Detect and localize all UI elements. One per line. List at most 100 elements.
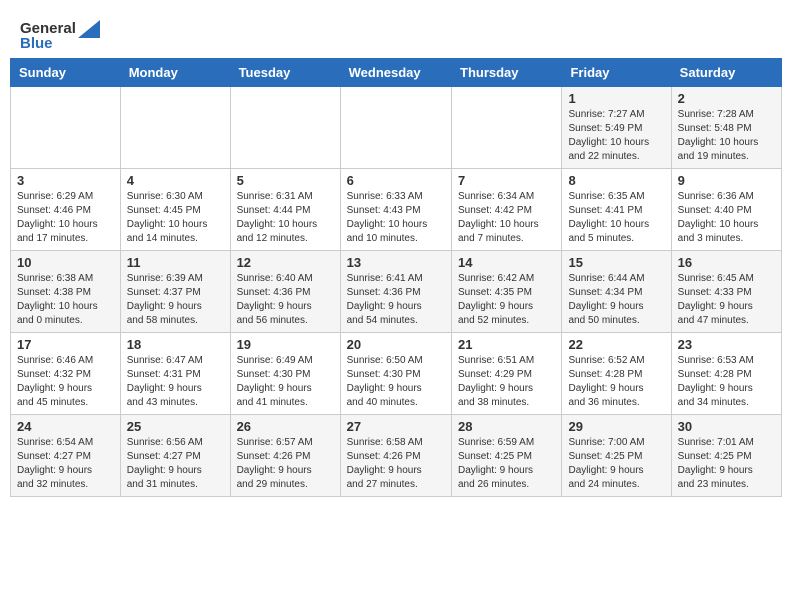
day-number: 5	[237, 173, 334, 188]
day-number: 12	[237, 255, 334, 270]
day-info: Sunrise: 6:54 AM Sunset: 4:27 PM Dayligh…	[17, 436, 114, 492]
day-info: Sunrise: 6:51 AM Sunset: 4:29 PM Dayligh…	[458, 354, 555, 410]
day-info: Sunrise: 6:33 AM Sunset: 4:43 PM Dayligh…	[347, 190, 445, 246]
day-number: 26	[237, 419, 334, 434]
calendar-cell: 30 Sunrise: 7:01 AM Sunset: 4:25 PM Dayli…	[671, 414, 781, 496]
calendar-cell: 10 Sunrise: 6:38 AM Sunset: 4:38 PM Dayli…	[11, 250, 121, 332]
day-number: 6	[347, 173, 445, 188]
day-info: Sunrise: 6:58 AM Sunset: 4:26 PM Dayligh…	[347, 436, 445, 492]
day-info: Sunrise: 6:41 AM Sunset: 4:36 PM Dayligh…	[347, 272, 445, 328]
day-number: 22	[568, 337, 664, 352]
day-number: 27	[347, 419, 445, 434]
calendar-cell: 29 Sunrise: 7:00 AM Sunset: 4:25 PM Dayli…	[562, 414, 671, 496]
day-number: 28	[458, 419, 555, 434]
day-info: Sunrise: 6:35 AM Sunset: 4:41 PM Dayligh…	[568, 190, 664, 246]
day-number: 7	[458, 173, 555, 188]
day-number: 11	[127, 255, 224, 270]
calendar-table: SundayMondayTuesdayWednesdayThursdayFrid…	[10, 58, 782, 497]
day-info: Sunrise: 7:01 AM Sunset: 4:25 PM Dayligh…	[678, 436, 775, 492]
calendar-cell: 16 Sunrise: 6:45 AM Sunset: 4:33 PM Dayli…	[671, 250, 781, 332]
day-number: 21	[458, 337, 555, 352]
calendar-cell	[11, 86, 121, 168]
day-info: Sunrise: 6:45 AM Sunset: 4:33 PM Dayligh…	[678, 272, 775, 328]
day-number: 30	[678, 419, 775, 434]
weekday-header-sunday: Sunday	[11, 58, 121, 86]
day-info: Sunrise: 6:53 AM Sunset: 4:28 PM Dayligh…	[678, 354, 775, 410]
weekday-header-thursday: Thursday	[452, 58, 562, 86]
day-info: Sunrise: 6:49 AM Sunset: 4:30 PM Dayligh…	[237, 354, 334, 410]
day-number: 9	[678, 173, 775, 188]
day-info: Sunrise: 6:59 AM Sunset: 4:25 PM Dayligh…	[458, 436, 555, 492]
day-info: Sunrise: 6:38 AM Sunset: 4:38 PM Dayligh…	[17, 272, 114, 328]
day-info: Sunrise: 6:34 AM Sunset: 4:42 PM Dayligh…	[458, 190, 555, 246]
day-info: Sunrise: 6:36 AM Sunset: 4:40 PM Dayligh…	[678, 190, 775, 246]
day-info: Sunrise: 6:46 AM Sunset: 4:32 PM Dayligh…	[17, 354, 114, 410]
weekday-header-monday: Monday	[120, 58, 230, 86]
calendar-cell: 25Sunrise: 6:56 AM Sunset: 4:27 PM Dayli…	[120, 414, 230, 496]
logo: General Blue	[20, 20, 100, 53]
day-number: 8	[568, 173, 664, 188]
calendar-cell: 12 Sunrise: 6:40 AM Sunset: 4:36 PM Dayli…	[230, 250, 340, 332]
day-number: 29	[568, 419, 664, 434]
calendar-cell: 11 Sunrise: 6:39 AM Sunset: 4:37 PM Dayli…	[120, 250, 230, 332]
day-number: 17	[17, 337, 114, 352]
calendar-cell: 19Sunrise: 6:49 AM Sunset: 4:30 PM Dayli…	[230, 332, 340, 414]
day-info: Sunrise: 6:39 AM Sunset: 4:37 PM Dayligh…	[127, 272, 224, 328]
day-number: 13	[347, 255, 445, 270]
day-number: 14	[458, 255, 555, 270]
day-info: Sunrise: 7:00 AM Sunset: 4:25 PM Dayligh…	[568, 436, 664, 492]
day-info: Sunrise: 6:47 AM Sunset: 4:31 PM Dayligh…	[127, 354, 224, 410]
calendar-cell: 5 Sunrise: 6:31 AM Sunset: 4:44 PM Daylig…	[230, 168, 340, 250]
calendar-cell: 17 Sunrise: 6:46 AM Sunset: 4:32 PM Dayli…	[11, 332, 121, 414]
day-number: 16	[678, 255, 775, 270]
calendar-cell: 22 Sunrise: 6:52 AM Sunset: 4:28 PM Dayli…	[562, 332, 671, 414]
day-info: Sunrise: 6:31 AM Sunset: 4:44 PM Dayligh…	[237, 190, 334, 246]
calendar-cell: 26 Sunrise: 6:57 AM Sunset: 4:26 PM Dayli…	[230, 414, 340, 496]
header: General Blue	[0, 0, 792, 58]
day-info: Sunrise: 6:44 AM Sunset: 4:34 PM Dayligh…	[568, 272, 664, 328]
calendar-cell: 24 Sunrise: 6:54 AM Sunset: 4:27 PM Dayli…	[11, 414, 121, 496]
calendar-cell: 20 Sunrise: 6:50 AM Sunset: 4:30 PM Dayli…	[340, 332, 451, 414]
weekday-header-friday: Friday	[562, 58, 671, 86]
calendar-cell: 15 Sunrise: 6:44 AM Sunset: 4:34 PM Dayli…	[562, 250, 671, 332]
day-number: 3	[17, 173, 114, 188]
day-info: Sunrise: 7:27 AM Sunset: 5:49 PM Dayligh…	[568, 108, 664, 164]
calendar-cell: 6 Sunrise: 6:33 AM Sunset: 4:43 PM Daylig…	[340, 168, 451, 250]
day-info: Sunrise: 6:40 AM Sunset: 4:36 PM Dayligh…	[237, 272, 334, 328]
calendar-cell: 1 Sunrise: 7:27 AM Sunset: 5:49 PM Daylig…	[562, 86, 671, 168]
calendar-cell	[230, 86, 340, 168]
calendar-cell: 23 Sunrise: 6:53 AM Sunset: 4:28 PM Dayli…	[671, 332, 781, 414]
calendar-cell: 3 Sunrise: 6:29 AM Sunset: 4:46 PM Daylig…	[11, 168, 121, 250]
calendar-cell: 4 Sunrise: 6:30 AM Sunset: 4:45 PM Daylig…	[120, 168, 230, 250]
day-number: 18	[127, 337, 224, 352]
day-number: 24	[17, 419, 114, 434]
calendar-cell: 27 Sunrise: 6:58 AM Sunset: 4:26 PM Dayli…	[340, 414, 451, 496]
day-info: Sunrise: 6:57 AM Sunset: 4:26 PM Dayligh…	[237, 436, 334, 492]
day-info: Sunrise: 6:29 AM Sunset: 4:46 PM Dayligh…	[17, 190, 114, 246]
day-info: Sunrise: 6:52 AM Sunset: 4:28 PM Dayligh…	[568, 354, 664, 410]
day-number: 25	[127, 419, 224, 434]
day-info: Sunrise: 6:50 AM Sunset: 4:30 PM Dayligh…	[347, 354, 445, 410]
day-number: 20	[347, 337, 445, 352]
day-info: Sunrise: 6:30 AM Sunset: 4:45 PM Dayligh…	[127, 190, 224, 246]
calendar-cell: 28 Sunrise: 6:59 AM Sunset: 4:25 PM Dayli…	[452, 414, 562, 496]
day-info: Sunrise: 7:28 AM Sunset: 5:48 PM Dayligh…	[678, 108, 775, 164]
day-number: 1	[568, 91, 664, 106]
weekday-header-wednesday: Wednesday	[340, 58, 451, 86]
calendar-cell	[340, 86, 451, 168]
calendar-cell: 14 Sunrise: 6:42 AM Sunset: 4:35 PM Dayli…	[452, 250, 562, 332]
weekday-header-tuesday: Tuesday	[230, 58, 340, 86]
calendar-cell	[452, 86, 562, 168]
day-info: Sunrise: 6:42 AM Sunset: 4:35 PM Dayligh…	[458, 272, 555, 328]
day-number: 4	[127, 173, 224, 188]
day-number: 23	[678, 337, 775, 352]
calendar-cell	[120, 86, 230, 168]
calendar-cell: 7 Sunrise: 6:34 AM Sunset: 4:42 PM Daylig…	[452, 168, 562, 250]
day-number: 2	[678, 91, 775, 106]
day-number: 15	[568, 255, 664, 270]
day-number: 10	[17, 255, 114, 270]
calendar-cell: 9 Sunrise: 6:36 AM Sunset: 4:40 PM Daylig…	[671, 168, 781, 250]
calendar-cell: 21 Sunrise: 6:51 AM Sunset: 4:29 PM Dayli…	[452, 332, 562, 414]
calendar-cell: 2 Sunrise: 7:28 AM Sunset: 5:48 PM Daylig…	[671, 86, 781, 168]
weekday-header-saturday: Saturday	[671, 58, 781, 86]
